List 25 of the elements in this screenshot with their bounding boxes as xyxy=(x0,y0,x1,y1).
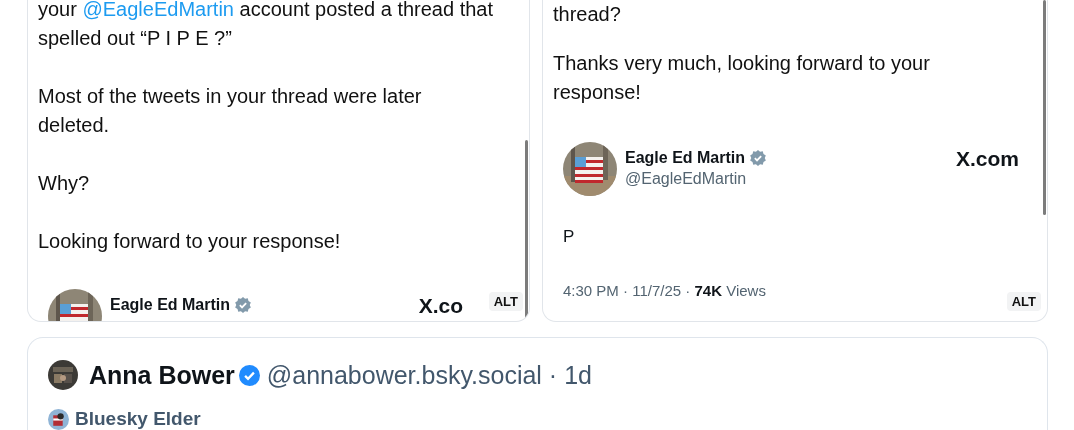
site-logo: X.co xyxy=(418,293,463,319)
scrollbar[interactable] xyxy=(1043,0,1046,215)
tweet-text: Thanks very much, looking forward to your xyxy=(553,51,930,76)
tweet-text: thread? xyxy=(553,2,621,27)
tweet-text: your @EagleEdMartin account posted a thread that xyxy=(38,0,494,22)
alt-badge[interactable]: ALT xyxy=(1006,292,1041,311)
site-logo: X.com xyxy=(955,146,1019,172)
tweet-text: Looking forward to your response! xyxy=(38,229,341,254)
author-handle: @EagleEdMartin xyxy=(625,169,748,189)
tweet-text: Most of the tweets in your thread were later xyxy=(38,84,422,109)
author-name: Eagle Ed Martin xyxy=(625,148,746,168)
badge-icon xyxy=(48,408,69,430)
badge-label: Bluesky Elder xyxy=(75,407,201,430)
author-handle[interactable]: @annabower.bsky.social · 1d xyxy=(266,360,592,390)
author-name: Eagle Ed Martin xyxy=(110,295,231,315)
tweet-meta: 4:30 PM · 11/7/25 · 74K Views xyxy=(563,281,767,301)
tweet-text: P xyxy=(563,226,576,248)
tweet-text: deleted. xyxy=(38,113,110,138)
tweet-text: Why? xyxy=(38,171,90,196)
screenshot-image[interactable]: your @EagleEdMartin account posted a thread that spelled out “P I P E ?” Most of the tweets in your thread were later deleted. Why? Looking forward to your response! Eagle Ed Martin X.co ALT xyxy=(27,0,530,322)
author-name[interactable]: Anna Bower xyxy=(89,360,235,390)
alt-badge[interactable]: ALT xyxy=(488,292,523,311)
screenshot-image[interactable]: thread? Thanks very much, looking forward to your response! Eagle Ed Martin @EagleEdMartin X.com P 4:30 PM · 11/7/25 · 74K Views ALT xyxy=(542,0,1048,322)
tweet-text: response! xyxy=(553,80,641,105)
tweet-text: spelled out “P I P E ?” xyxy=(38,26,232,51)
